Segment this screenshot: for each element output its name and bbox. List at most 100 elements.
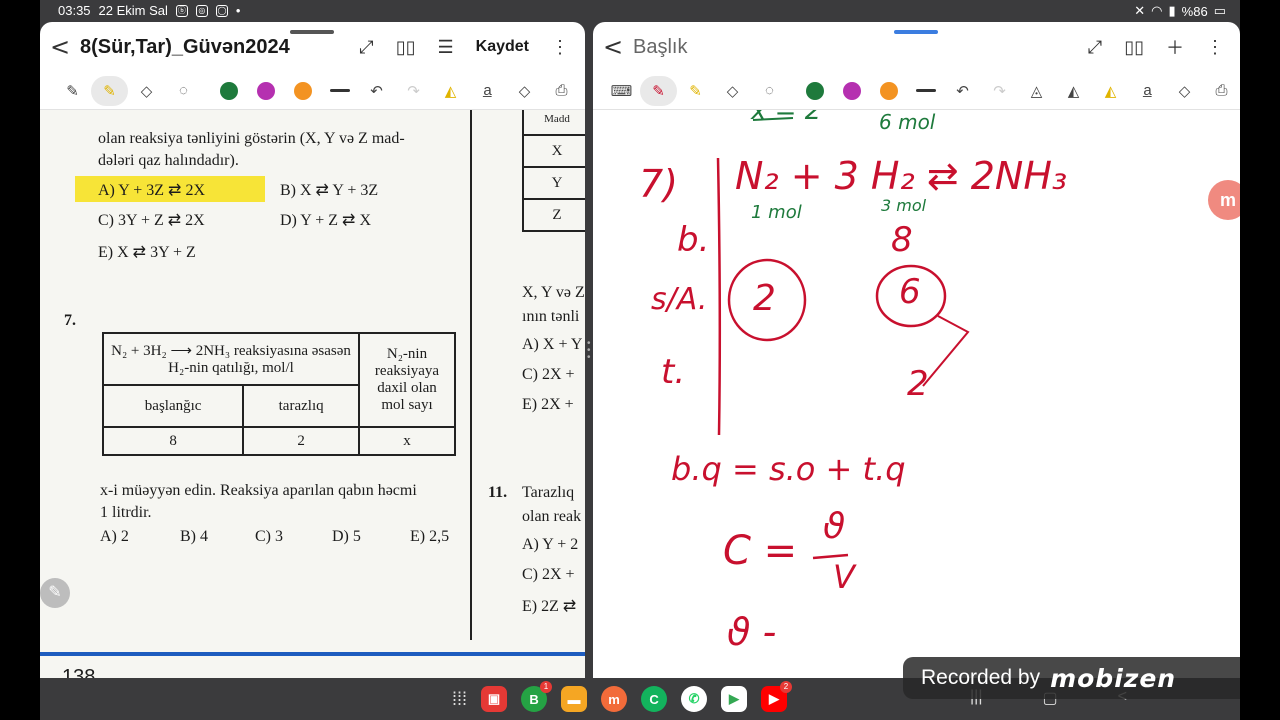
notification-icon: ⓑ bbox=[175, 4, 188, 17]
more-menu-icon[interactable]: ⋮ bbox=[1206, 37, 1224, 58]
recorder-brand-logo: mobizen bbox=[1050, 663, 1177, 693]
book-view-icon[interactable]: ▯▯ bbox=[396, 37, 416, 58]
youtube-app-icon[interactable]: ▶ 2 bbox=[761, 681, 793, 712]
shape-recognition-icon[interactable]: ◬ bbox=[1018, 76, 1055, 106]
stamp-icon[interactable]: ◭ bbox=[1092, 76, 1129, 106]
expand-icon[interactable]: ⤢ bbox=[359, 37, 373, 58]
floating-recorder-bubble[interactable]: m bbox=[1208, 180, 1240, 220]
q6-option-c: C) 3Y + Z ⇄ 2X bbox=[98, 212, 205, 229]
hw-formula-2-lhs: C = bbox=[723, 528, 798, 574]
hw-row-b: b. bbox=[677, 220, 710, 260]
contacts-app-icon[interactable]: C bbox=[641, 686, 668, 712]
undo-icon[interactable]: ↶ bbox=[944, 76, 981, 106]
pen-tool-icon[interactable]: ✎ bbox=[640, 75, 677, 106]
right-col-opt-c: C) 2X + bbox=[522, 366, 575, 383]
highlighter-tool-icon[interactable]: ✎ bbox=[677, 76, 714, 106]
q7-option-a: A) 2 bbox=[100, 528, 129, 545]
shapes-tool-icon[interactable]: ◇ bbox=[506, 76, 543, 106]
back-icon[interactable]: < bbox=[40, 33, 80, 61]
redo-icon[interactable]: ↷ bbox=[395, 76, 432, 106]
flexcil-app-icon[interactable]: ▣ bbox=[481, 686, 508, 712]
note-canvas[interactable]: x = 2 6 mol 7) N₂ + 3 H₂ ⇄ 2NH₃ 1 mol 3 … bbox=[593, 110, 1240, 678]
whatsapp-app-icon[interactable]: ✆ bbox=[681, 686, 708, 712]
split-handle[interactable]: • • • bbox=[587, 339, 591, 363]
column-divider bbox=[470, 110, 472, 640]
instagram-icon: ◯ bbox=[215, 4, 228, 17]
text-tool-icon[interactable]: a̲ bbox=[1129, 76, 1166, 106]
app-drawer-icon[interactable]: ⁞⁞⁞ bbox=[452, 689, 467, 710]
right-col-text-1: X, Y və Z bbox=[522, 284, 585, 301]
status-date: 22 Ekim Sal bbox=[98, 3, 168, 18]
line-width-button[interactable] bbox=[907, 76, 944, 106]
highlighter-tool-icon[interactable]: ✎ bbox=[91, 75, 128, 106]
right-col-opt-a: A) X + Y bbox=[522, 336, 583, 353]
q7-header-side: N₂-nin reaksiyaya daxil olan mol sayı bbox=[358, 332, 456, 428]
color-green-button[interactable] bbox=[796, 76, 833, 106]
q11-opt-e: E) 2Z ⇄ bbox=[522, 598, 577, 615]
q6-option-e: E) X ⇄ 3Y + Z bbox=[98, 244, 196, 261]
hw-row-t: t. bbox=[661, 352, 686, 392]
pen-settings-icon[interactable]: ◭ bbox=[432, 76, 469, 106]
q6-option-a: A) Y + 3Z ⇄ 2X bbox=[98, 182, 206, 199]
book-view-icon[interactable]: ▯▯ bbox=[1124, 37, 1144, 58]
battery-level: %86 bbox=[1181, 3, 1208, 19]
back-icon[interactable]: < bbox=[593, 33, 633, 61]
tablet-screen: 03:35 22 Ekim Sal ⓑ ◎ ◯ • ✕ ◠ ▮ %86 ▭ < … bbox=[40, 0, 1240, 720]
lasso-tool-icon[interactable]: ◌ bbox=[165, 76, 202, 106]
eraser-tool-icon[interactable]: ◇ bbox=[714, 76, 751, 106]
color-purple-button[interactable] bbox=[247, 76, 284, 106]
wifi-icon: ◠ bbox=[1151, 3, 1163, 18]
pen-settings-icon[interactable]: ◭ bbox=[1055, 76, 1092, 106]
page-list-icon[interactable]: ☰ bbox=[438, 37, 454, 58]
insert-tool-icon[interactable]: ⎙ bbox=[1203, 76, 1240, 106]
color-green-button[interactable] bbox=[210, 76, 247, 106]
q7-number: 7. bbox=[64, 312, 76, 329]
insert-tool-icon[interactable]: ⎙ bbox=[543, 76, 580, 106]
pdf-page: olan reaksiya tənliyini göstərin (X, Y v… bbox=[40, 110, 585, 678]
hw-top-partial: x = 2 bbox=[751, 110, 822, 126]
hw-top-partial-2: 6 mol bbox=[879, 110, 936, 134]
line-width-button[interactable] bbox=[321, 76, 358, 106]
shapes-tool-icon[interactable]: ◇ bbox=[1166, 76, 1203, 106]
hw-formula-3: ϑ - bbox=[727, 610, 777, 654]
edit-fab-icon[interactable]: ✎ bbox=[40, 578, 70, 608]
add-page-icon[interactable]: ＋ bbox=[1166, 34, 1184, 60]
q7-text-line-1: x-i müəyyən edin. Reaksiya aparılan qabı… bbox=[100, 482, 417, 499]
left-panel: < 8(Sür,Tar)_Güvən2024 ⤢ ▯▯ ☰ Kaydet ⋮ ✎… bbox=[40, 22, 585, 678]
hw-under-h2: 3 mol bbox=[881, 196, 927, 215]
color-orange-button[interactable] bbox=[870, 76, 907, 106]
color-orange-button[interactable] bbox=[284, 76, 321, 106]
pen-tool-icon[interactable]: ✎ bbox=[54, 76, 91, 106]
q7-val-x: x bbox=[358, 426, 456, 456]
q7-header-main: N₂ + 3H₂ ⟶ 2NH₃ reaksiyasına əsasən H₂-n… bbox=[102, 332, 360, 386]
save-button[interactable]: Kaydet bbox=[476, 38, 529, 56]
hw-row-b-value: 8 bbox=[891, 220, 913, 260]
files-app-icon[interactable]: ▬ bbox=[561, 686, 588, 712]
hw-question-number: 7) bbox=[639, 162, 679, 206]
redo-icon[interactable]: ↷ bbox=[981, 76, 1018, 106]
notification-icon-2: ◎ bbox=[195, 4, 208, 17]
text-tool-icon[interactable]: a̲ bbox=[469, 76, 506, 106]
signal-icon: ▮ bbox=[1168, 3, 1176, 18]
hw-circle-2-value: 6 bbox=[899, 272, 921, 312]
q7-option-d: D) 5 bbox=[332, 528, 361, 545]
expand-icon[interactable]: ⤢ bbox=[1088, 37, 1102, 58]
meet-app-icon[interactable]: ▶ bbox=[721, 686, 748, 712]
hw-t-value: 2 bbox=[907, 364, 929, 404]
more-menu-icon[interactable]: ⋮ bbox=[551, 37, 569, 58]
q7-col-initial: başlanğıc bbox=[101, 384, 245, 428]
eraser-tool-icon[interactable]: ◇ bbox=[128, 76, 165, 106]
keyboard-icon[interactable]: ⌨ bbox=[603, 76, 640, 106]
whatsapp-business-app-icon[interactable]: B1 bbox=[521, 681, 553, 712]
color-purple-button[interactable] bbox=[833, 76, 870, 106]
undo-icon[interactable]: ↶ bbox=[358, 76, 395, 106]
q7-val-equilibrium: 2 bbox=[242, 426, 360, 456]
mute-icon: ✕ bbox=[1134, 3, 1146, 18]
mobizen-app-icon[interactable]: m bbox=[601, 686, 628, 712]
hw-under-n2: 1 mol bbox=[751, 202, 802, 223]
hw-circle-1-value: 2 bbox=[753, 278, 776, 319]
q7-col-equilibrium: tarazlıq bbox=[242, 384, 360, 428]
lasso-tool-icon[interactable]: ◌ bbox=[751, 76, 788, 106]
recorder-watermark: Recorded by mobizen bbox=[903, 657, 1240, 699]
q7-option-c: C) 3 bbox=[255, 528, 283, 545]
